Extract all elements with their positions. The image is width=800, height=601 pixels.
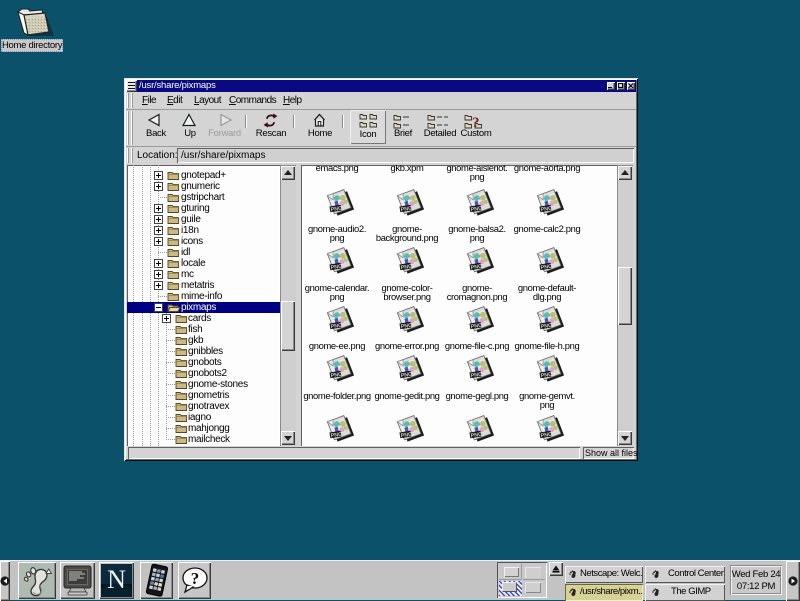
svg-text:?: ?: [472, 115, 480, 129]
svg-text:N: N: [107, 565, 126, 594]
svg-text:?: ?: [191, 569, 200, 588]
